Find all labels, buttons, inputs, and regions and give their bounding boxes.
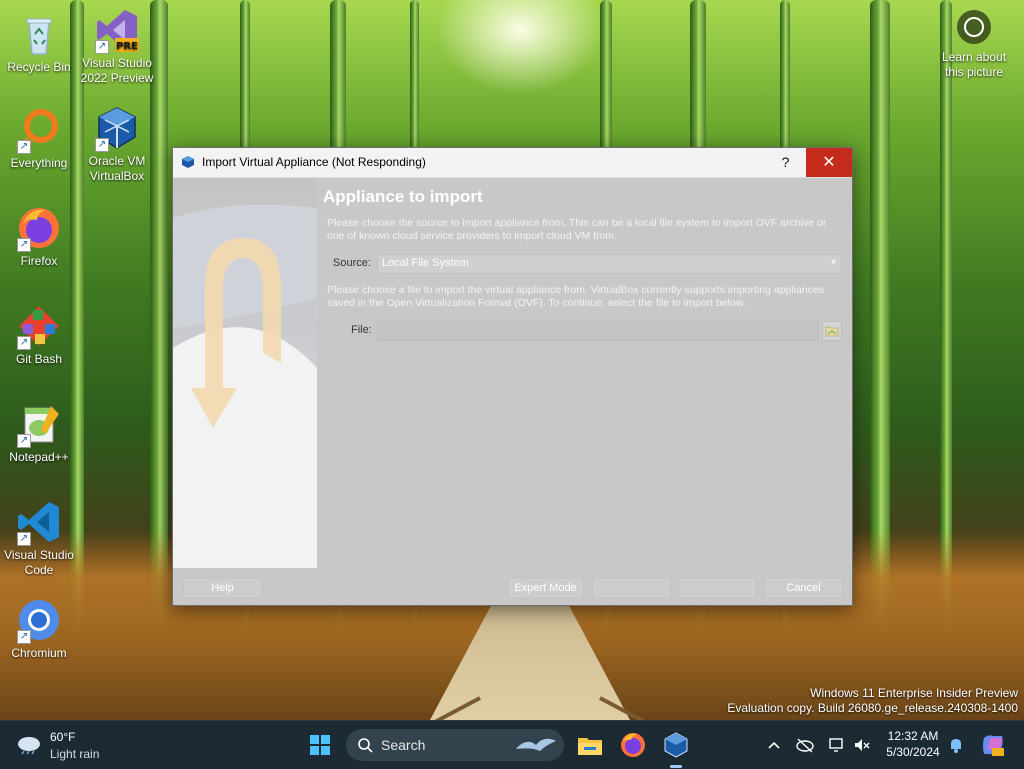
learn-about-label: this picture — [944, 65, 1004, 79]
help-title-button[interactable]: ? — [773, 148, 798, 177]
file-description: Please choose a file to import the virtu… — [327, 284, 825, 309]
shortcut-arrow-icon: ↗ — [17, 434, 31, 448]
desktop-icon-recycle-bin[interactable]: Recycle Bin — [0, 10, 78, 75]
weather-temperature: 60°F — [50, 730, 76, 744]
desktop-icon-label: Firefox — [20, 254, 58, 268]
windows-watermark: Windows 11 Enterprise Insider Preview Ev… — [727, 686, 1018, 716]
dialog-titlebar[interactable]: Import Virtual Appliance (Not Responding… — [173, 148, 852, 178]
virtualbox-icon: ↗ — [93, 104, 141, 152]
clock-time: 12:32 AM — [887, 729, 939, 743]
clock-date: 5/30/2024 — [886, 745, 940, 759]
shortcut-arrow-icon: ↗ — [17, 238, 31, 252]
copilot-icon[interactable] — [980, 732, 1006, 758]
desktop-icon-label: Code — [24, 563, 54, 577]
desktop-icon-notepad-plus-plus[interactable]: ↗ Notepad++ — [0, 400, 78, 465]
chevron-down-icon: ▼ — [829, 257, 838, 267]
desktop-icon-label: Visual Studio — [4, 548, 74, 562]
desktop-icon-git-bash[interactable]: ↗ Git Bash — [0, 302, 78, 367]
vscode-icon: ↗ — [15, 498, 63, 546]
desktop-icon-everything[interactable]: ↗ Everything — [0, 106, 78, 171]
expert-mode-button[interactable]: Expert Mode — [507, 577, 584, 599]
desktop-icon-label: Chromium — [11, 646, 67, 660]
network-icon[interactable] — [827, 735, 847, 755]
rain-cloud-icon — [18, 737, 40, 755]
source-select-value: Local File System — [382, 257, 469, 269]
search-label: Search — [381, 737, 426, 753]
watermark-edition: Windows 11 Enterprise Insider Preview — [810, 686, 1018, 700]
everything-search-icon: ↗ — [15, 106, 63, 154]
desktop-icon-label: Notepad++ — [9, 450, 69, 464]
taskbar: 60°F Light rain Search 12:32 AM 5/30/202… — [0, 720, 1024, 769]
notepad-plus-plus-icon: ↗ — [15, 400, 63, 448]
taskbar-firefox[interactable] — [617, 729, 649, 761]
wizard-page: Appliance to import Please choose the so… — [317, 178, 852, 568]
taskbar-virtualbox[interactable] — [660, 729, 692, 761]
source-select[interactable]: Local File System ▼ — [377, 254, 842, 274]
learn-about-picture[interactable]: Learn about this picture — [932, 10, 1016, 80]
folder-icon — [578, 738, 602, 755]
desktop-icon-virtualbox[interactable]: ↗ Oracle VM VirtualBox — [78, 104, 156, 184]
watermark-build: Evaluation copy. Build 26080.ge_release.… — [727, 701, 1018, 715]
virtualbox-icon — [664, 732, 688, 758]
shortcut-arrow-icon: ↗ — [17, 140, 31, 154]
desktop-icon-label: Recycle Bin — [7, 60, 71, 74]
virtualbox-icon — [182, 156, 194, 168]
page-title: Appliance to import — [323, 187, 483, 206]
shortcut-arrow-icon: ↗ — [17, 630, 31, 644]
shortcut-arrow-icon: ↗ — [95, 138, 109, 152]
firefox-icon: ↗ — [15, 204, 63, 252]
start-button[interactable] — [304, 729, 336, 761]
weather-condition: Light rain — [50, 747, 100, 761]
source-label: Source: — [333, 257, 371, 269]
cancel-button[interactable]: Cancel — [764, 577, 843, 599]
camera-info-icon — [957, 10, 991, 44]
desktop-icon-vscode[interactable]: ↗ Visual Studio Code — [0, 498, 78, 578]
notification-bell-icon[interactable] — [946, 735, 966, 755]
file-path-input[interactable] — [377, 321, 819, 341]
shortcut-arrow-icon: ↗ — [17, 336, 31, 350]
windows-logo-icon — [310, 735, 330, 755]
weather-widget[interactable]: 60°F Light rain — [16, 727, 126, 763]
folder-icon — [825, 326, 839, 337]
desktop-icon-visual-studio-preview[interactable]: PRE ↗ Visual Studio 2022 Preview — [78, 6, 156, 86]
close-button[interactable]: ✕ — [806, 148, 852, 177]
desktop-icon-label: 2022 Preview — [80, 71, 154, 85]
dialog-title: Import Virtual Appliance (Not Responding… — [202, 155, 426, 169]
taskbar-search[interactable]: Search — [346, 729, 564, 761]
cloud-offline-icon[interactable] — [795, 735, 815, 755]
shortcut-arrow-icon: ↗ — [17, 532, 31, 546]
desktop-icon-label: Visual Studio — [82, 56, 152, 70]
recycle-bin-icon — [15, 10, 63, 58]
volume-muted-icon[interactable] — [852, 735, 872, 755]
taskbar-file-explorer[interactable] — [574, 729, 606, 761]
browse-folder-button[interactable] — [822, 321, 842, 341]
source-description: Please choose the source to import appli… — [327, 217, 827, 242]
visual-studio-preview-icon: PRE ↗ — [93, 6, 141, 54]
next-button[interactable] — [678, 577, 757, 599]
desktop-icon-label: Oracle VM — [88, 154, 146, 168]
import-appliance-dialog: Import Virtual Appliance (Not Responding… — [172, 147, 853, 606]
firefox-icon — [621, 733, 645, 757]
wizard-side-image — [173, 178, 317, 568]
desktop-icon-label: Git Bash — [15, 352, 63, 366]
back-button[interactable] — [592, 577, 671, 599]
help-button[interactable]: Help — [183, 577, 262, 599]
desktop-icon-firefox[interactable]: ↗ Firefox — [0, 204, 78, 269]
search-highlight-bird-icon — [516, 738, 556, 751]
desktop-icon-label: VirtualBox — [89, 169, 145, 183]
learn-about-label: Learn about — [941, 50, 1007, 64]
git-bash-icon: ↗ — [15, 302, 63, 350]
system-clock[interactable]: 12:32 AM 5/30/2024 — [878, 728, 948, 760]
desktop-icon-chromium[interactable]: ↗ Chromium — [0, 596, 78, 661]
pre-badge: PRE — [116, 41, 138, 52]
shortcut-arrow-icon: ↗ — [95, 40, 109, 54]
chevron-up-icon[interactable] — [764, 735, 784, 755]
file-label: File: — [351, 324, 372, 336]
chromium-icon: ↗ — [15, 596, 63, 644]
dialog-button-row: Help Expert Mode Cancel — [173, 568, 852, 605]
search-icon — [358, 738, 373, 753]
desktop-icon-label: Everything — [10, 156, 68, 170]
